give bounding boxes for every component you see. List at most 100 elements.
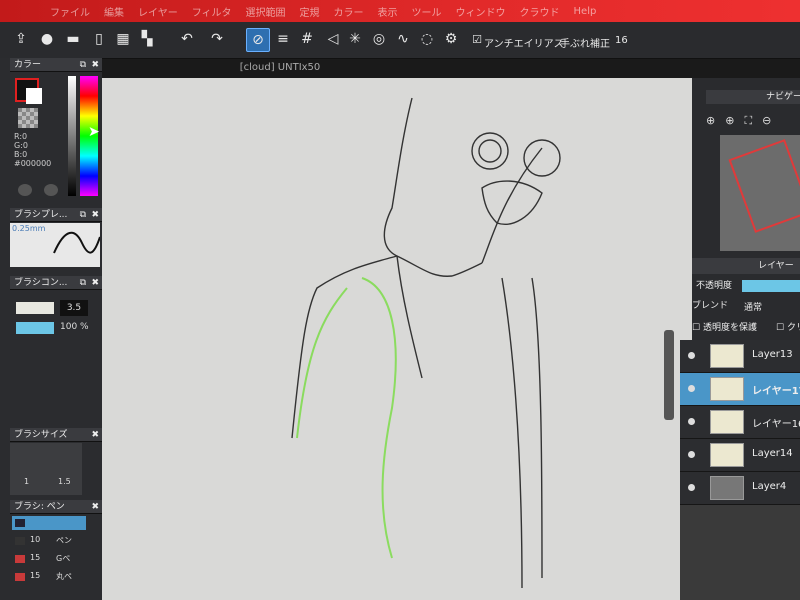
brush-preview-title: ブラシプレ... <box>14 210 68 220</box>
zoom-minus-icon[interactable]: ⊖ <box>762 114 771 128</box>
zoom-out-icon[interactable]: ⊕ <box>725 114 734 128</box>
canvas-scrollbar[interactable] <box>664 330 674 420</box>
toolbar: ⇪ ● ▬ ▯ ▦ ▚ ↶ ↷ ⊘ ≡ # ◁ ✳ ◎ ∿ ◌ ⚙ ☑ アンチエ… <box>0 22 800 59</box>
brush-list-item[interactable]: 10 ペン <box>12 534 86 548</box>
menu-filter[interactable]: フィルタ <box>192 4 232 19</box>
protect-alpha-checkbox[interactable]: ☐ 透明度を保護 <box>692 320 757 333</box>
color-panel-header: カラー ⧉ ✖ <box>10 58 102 72</box>
close-icon[interactable]: ✖ <box>91 428 99 442</box>
radial-snap-icon[interactable]: ✳ <box>344 28 366 50</box>
layer-row[interactable]: Layer13 <box>680 340 800 373</box>
visibility-icon[interactable] <box>688 418 695 425</box>
blend-mode-select[interactable]: 通常 <box>744 300 762 313</box>
brush-size-input[interactable]: 3.5 <box>60 300 88 316</box>
grid-icon[interactable]: ▚ <box>136 28 158 50</box>
brush-preview-area: 0.25mm <box>10 223 101 267</box>
document-title: [cloud] UNTIx50 <box>239 62 321 73</box>
navigator-view-rect[interactable] <box>728 139 800 233</box>
menu-cloud[interactable]: クラウド <box>520 4 560 19</box>
menu-color[interactable]: カラー <box>334 4 364 19</box>
brush-color-chip <box>15 519 25 527</box>
brush-list-item[interactable] <box>12 516 86 530</box>
brush-size-1[interactable]: 1 <box>24 477 29 486</box>
brush-size-label: 15 <box>30 571 41 580</box>
brush-list-header: ブラシ: ペン ✖ <box>10 500 102 514</box>
brush-color-chip <box>15 537 25 545</box>
antialias-label: アンチエイリアス <box>484 39 564 50</box>
parallel-snap-icon[interactable]: ≡ <box>272 28 294 50</box>
brush-size-slider[interactable] <box>16 302 54 314</box>
clipping-checkbox[interactable]: ☐ クリ <box>776 320 800 333</box>
menu-select[interactable]: 選択範囲 <box>246 4 286 19</box>
red-value: R:0 <box>14 132 28 141</box>
brush-list-item[interactable]: 15 Gペ <box>12 552 86 566</box>
color-values: R:0 G:0 B:0 #000000 <box>14 132 51 168</box>
chat-icon[interactable]: ● <box>36 28 58 50</box>
navigator-preview[interactable] <box>720 135 800 251</box>
menu-help[interactable]: Help <box>574 6 597 17</box>
visibility-icon[interactable] <box>688 385 695 392</box>
zoom-in-icon[interactable]: ⊕ <box>706 114 715 128</box>
close-icon[interactable]: ✖ <box>91 208 99 222</box>
visibility-icon[interactable] <box>688 352 695 359</box>
layer-list-empty <box>680 505 800 600</box>
close-icon[interactable]: ✖ <box>91 276 99 290</box>
redo-icon[interactable]: ↷ <box>206 28 228 50</box>
navigator-header: ナビゲー <box>706 90 800 104</box>
visibility-icon[interactable] <box>688 451 695 458</box>
brush-preview-size: 0.25mm <box>12 224 46 233</box>
brush-list: 10 ペン 15 Gペ 15 丸ペ <box>12 516 100 596</box>
menu-window[interactable]: ウィンドウ <box>456 4 506 19</box>
share-icon[interactable]: ⇪ <box>10 28 32 50</box>
menu-tool[interactable]: ツール <box>412 4 442 19</box>
value-slider[interactable] <box>68 76 76 196</box>
undo-icon[interactable]: ↶ <box>176 28 198 50</box>
drawing-canvas[interactable] <box>102 78 692 600</box>
layout-icon[interactable]: ▦ <box>112 28 134 50</box>
menu-bar: ファイル 編集 レイヤー フィルタ 選択範囲 定規 カラー 表示 ツール ウィン… <box>0 0 800 22</box>
menu-edit[interactable]: 編集 <box>104 4 124 19</box>
close-icon[interactable]: ✖ <box>91 500 99 514</box>
settings-icon[interactable]: ⚙ <box>440 28 462 50</box>
clipping-label: クリ <box>786 323 800 333</box>
mouse-cursor-icon: ➤ <box>88 124 100 140</box>
ellipse-snap-icon[interactable]: ◌ <box>416 28 438 50</box>
fit-icon[interactable]: ⛶ <box>744 114 752 128</box>
popout-icon[interactable]: ⧉ <box>80 58 86 72</box>
menu-view[interactable]: 表示 <box>378 4 398 19</box>
brush-opacity-slider[interactable] <box>16 322 54 334</box>
layer-row[interactable]: Layer14 <box>680 439 800 472</box>
transparent-swatch[interactable] <box>18 108 38 128</box>
document-icon[interactable]: ▯ <box>88 28 110 50</box>
blue-value: B:0 <box>14 150 28 159</box>
color-panel-title: カラー <box>14 60 42 70</box>
background-color-swatch[interactable] <box>26 88 42 104</box>
brush-list-item[interactable]: 15 丸ペ <box>12 570 86 584</box>
brush-opacity-value[interactable]: 100 % <box>60 322 89 332</box>
curve-snap-icon[interactable]: ∿ <box>392 28 414 50</box>
layer-row[interactable]: レイヤー16 <box>680 406 800 439</box>
comment-icon[interactable]: ▬ <box>62 28 84 50</box>
stabilizer-value[interactable]: 16 <box>615 35 628 46</box>
color-palette-icon[interactable] <box>44 184 58 196</box>
layer-name: Layer13 <box>752 349 793 360</box>
brush-size-grid[interactable]: 1 1.5 <box>10 443 82 495</box>
close-icon[interactable]: ✖ <box>91 58 99 72</box>
vanishing-snap-icon[interactable]: ◁ <box>322 28 344 50</box>
popout-icon[interactable]: ⧉ <box>80 276 86 290</box>
brush-size-1-5[interactable]: 1.5 <box>58 477 71 486</box>
circle-snap-icon[interactable]: ◎ <box>368 28 390 50</box>
brush-color-chip <box>15 555 25 563</box>
menu-file[interactable]: ファイル <box>50 4 90 19</box>
color-wheel-icon[interactable] <box>18 184 32 196</box>
popout-icon[interactable]: ⧉ <box>80 208 86 222</box>
layer-opacity-slider[interactable] <box>742 280 800 292</box>
layer-row[interactable]: Layer4 <box>680 472 800 505</box>
cross-snap-icon[interactable]: # <box>296 28 318 50</box>
no-snap-icon[interactable]: ⊘ <box>246 28 270 52</box>
layer-name: レイヤー16 <box>752 419 800 430</box>
visibility-icon[interactable] <box>688 484 695 491</box>
menu-ruler[interactable]: 定規 <box>300 4 320 19</box>
menu-layer[interactable]: レイヤー <box>138 4 178 19</box>
layer-row[interactable]: レイヤー17 <box>680 373 800 406</box>
